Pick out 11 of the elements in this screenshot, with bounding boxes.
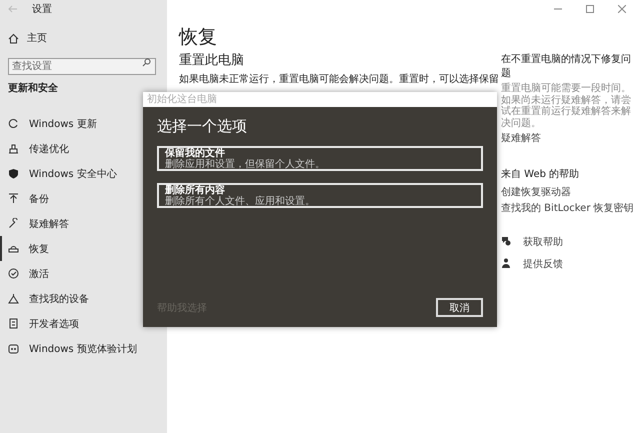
page-title: 恢复 (179, 26, 218, 48)
web-help-heading: 来自 Web 的帮助 (501, 168, 580, 181)
dialog-heading: 选择一个选项 (157, 117, 248, 136)
side-text: 重置电脑可能需要一段时间。如果尚未运行疑难解答，请尝试在重置前运行疑难解答来解决问题。 (501, 83, 632, 129)
section-title: 重置此电脑 (179, 53, 245, 69)
section-heading: 更新和安全 (8, 81, 59, 95)
window-title: 设置 (32, 2, 52, 16)
side-heading: 在不重置电脑的情况下修复问题 (501, 52, 632, 80)
description-text: 如果电脑未正常运行，重置电脑可能会解决问题。重置时，可以选择保留 (179, 74, 497, 86)
dialog-title: 初始化这台电脑 (143, 92, 497, 107)
home-label: 主页 (27, 32, 47, 45)
